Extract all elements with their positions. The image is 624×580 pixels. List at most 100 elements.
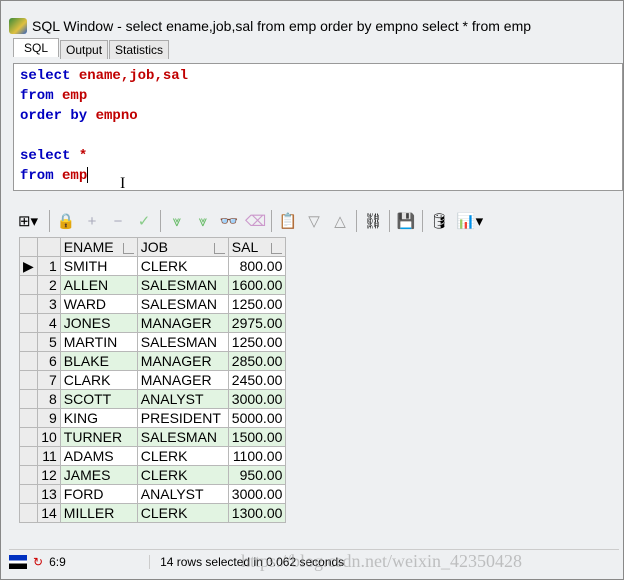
cell-sal[interactable]: 950.00	[227, 465, 287, 485]
tab-statistics[interactable]: Statistics	[109, 40, 170, 59]
table-row[interactable]: ▶ 1 SMITH CLERK 800.00	[19, 256, 287, 276]
query-by-example-icon[interactable]: 📋	[278, 212, 298, 230]
table-row[interactable]: 10 TURNER SALESMAN 1500.00	[19, 427, 287, 447]
column-filter-button[interactable]	[122, 243, 134, 254]
tab-output[interactable]: Output	[60, 40, 109, 59]
result-grid[interactable]: ENAME JOB SAL ▶ 1 SMITH CLERK 800.00 2 ALLEN SALES…	[19, 237, 287, 523]
cell-sal[interactable]: 2450.00	[227, 370, 287, 390]
cell-ename[interactable]: TURNER	[59, 427, 138, 447]
tab-sql[interactable]: SQL	[13, 38, 60, 57]
cell-ename[interactable]: SMITH	[59, 256, 138, 276]
column-filter-button[interactable]	[213, 243, 225, 254]
cell-ename[interactable]: ALLEN	[59, 275, 138, 295]
table-row[interactable]: 7 CLARK MANAGER 2450.00	[19, 370, 287, 390]
cell-job[interactable]: MANAGER	[136, 313, 229, 333]
cell-job[interactable]: CLERK	[136, 465, 229, 485]
cell-sal[interactable]: 3000.00	[227, 389, 287, 409]
cell-ename[interactable]: MILLER	[59, 503, 138, 523]
fetch-all-icon[interactable]: ⩔	[193, 213, 213, 230]
cell-job[interactable]: ANALYST	[136, 389, 229, 409]
cell-sal[interactable]: 5000.00	[227, 408, 287, 428]
table-row[interactable]: 2 ALLEN SALESMAN 1600.00	[19, 275, 287, 295]
column-label: ENAME	[63, 239, 114, 255]
cell-ename[interactable]: BLAKE	[59, 351, 138, 371]
previous-record-icon[interactable]: ▽	[304, 212, 324, 230]
code-line: order by empno	[20, 106, 616, 126]
table-row[interactable]: 12 JAMES CLERK 950.00	[19, 465, 287, 485]
table-row[interactable]: 9 KING PRESIDENT 5000.00	[19, 408, 287, 428]
cell-job[interactable]: CLERK	[136, 446, 229, 466]
keyword: select	[20, 148, 71, 164]
code-line: from emp	[20, 86, 616, 106]
cell-job[interactable]: SALESMAN	[136, 427, 229, 447]
row-indicator	[19, 484, 38, 504]
cell-job[interactable]: SALESMAN	[136, 294, 229, 314]
cell-sal[interactable]: 1100.00	[227, 446, 287, 466]
cell-ename[interactable]: SCOTT	[59, 389, 138, 409]
table-row[interactable]: 4 JONES MANAGER 2975.00	[19, 313, 287, 333]
cell-ename[interactable]: MARTIN	[59, 332, 138, 352]
sql-editor[interactable]: select ename,job,sal from emp order by emp…	[13, 63, 623, 192]
cell-ename[interactable]: JONES	[59, 313, 138, 333]
cell-job[interactable]: SALESMAN	[136, 332, 229, 352]
export-icon[interactable]: 🛢	[429, 212, 449, 230]
cell-job[interactable]: ANALYST	[136, 484, 229, 504]
title-bar: SQL Window - select ename,job,sal from e…	[9, 15, 531, 37]
column-header-ename[interactable]: ENAME	[59, 237, 138, 257]
column-header-sal[interactable]: SAL	[227, 237, 287, 257]
link-icon[interactable]: ⛓	[363, 212, 383, 230]
fetch-next-icon[interactable]: ⩔	[167, 213, 187, 230]
table-row[interactable]: 3 WARD SALESMAN 1250.00	[19, 294, 287, 314]
cell-ename[interactable]: FORD	[59, 484, 138, 504]
save-icon[interactable]: 💾	[396, 212, 416, 230]
row-indicator	[19, 313, 38, 333]
cell-ename[interactable]: JAMES	[59, 465, 138, 485]
cell-ename[interactable]: KING	[59, 408, 138, 428]
chart-icon[interactable]: 📊▾	[455, 212, 485, 230]
cell-ename[interactable]: CLARK	[59, 370, 138, 390]
text-caret	[87, 167, 89, 184]
column-label: SAL	[231, 239, 259, 255]
column-header-job[interactable]: JOB	[136, 237, 229, 257]
grid-options-icon[interactable]: ⊞▾	[13, 212, 43, 230]
cell-sal[interactable]: 1600.00	[227, 275, 287, 295]
table-row[interactable]: 14 MILLER CLERK 1300.00	[19, 503, 287, 523]
cell-job[interactable]: PRESIDENT	[136, 408, 229, 428]
clear-icon[interactable]: ⌫	[245, 212, 266, 230]
cell-job[interactable]: CLERK	[136, 256, 229, 276]
cell-ename[interactable]: WARD	[59, 294, 138, 314]
column-filter-button[interactable]	[271, 243, 283, 254]
post-changes-icon[interactable]: ✓	[134, 212, 154, 230]
cell-sal[interactable]: 800.00	[227, 256, 287, 276]
cell-job[interactable]: MANAGER	[136, 351, 229, 371]
cell-job[interactable]: MANAGER	[136, 370, 229, 390]
table-row[interactable]: 5 MARTIN SALESMAN 1250.00	[19, 332, 287, 352]
find-icon[interactable]: 👓	[219, 212, 239, 230]
add-record-icon[interactable]: +	[82, 213, 102, 230]
table-row[interactable]: 8 SCOTT ANALYST 3000.00	[19, 389, 287, 409]
cell-job[interactable]: CLERK	[136, 503, 229, 523]
cell-sal[interactable]: 2975.00	[227, 313, 287, 333]
cell-sal[interactable]: 1500.00	[227, 427, 287, 447]
cell-sal[interactable]: 3000.00	[227, 484, 287, 504]
table-row[interactable]: 6 BLAKE MANAGER 2850.00	[19, 351, 287, 371]
row-number: 13	[36, 484, 61, 504]
delete-record-icon[interactable]: −	[108, 213, 128, 230]
table-row[interactable]: 13 FORD ANALYST 3000.00	[19, 484, 287, 504]
ibeam-cursor-icon: I	[120, 175, 126, 192]
watermark: https://blog.csdn.net/weixin_42350428	[241, 551, 522, 571]
row-number: 1	[36, 256, 61, 276]
lock-icon[interactable]: 🔒	[56, 212, 76, 230]
refresh-icon[interactable]: ↻	[33, 555, 43, 569]
cell-ename[interactable]: ADAMS	[59, 446, 138, 466]
row-indicator	[19, 332, 38, 352]
cell-sal[interactable]: 1250.00	[227, 294, 287, 314]
row-indicator	[19, 503, 38, 523]
cell-sal[interactable]: 2850.00	[227, 351, 287, 371]
cell-job[interactable]: SALESMAN	[136, 275, 229, 295]
cell-sal[interactable]: 1250.00	[227, 332, 287, 352]
table-row[interactable]: 11 ADAMS CLERK 1100.00	[19, 446, 287, 466]
next-record-icon[interactable]: △	[330, 212, 350, 230]
cell-sal[interactable]: 1300.00	[227, 503, 287, 523]
